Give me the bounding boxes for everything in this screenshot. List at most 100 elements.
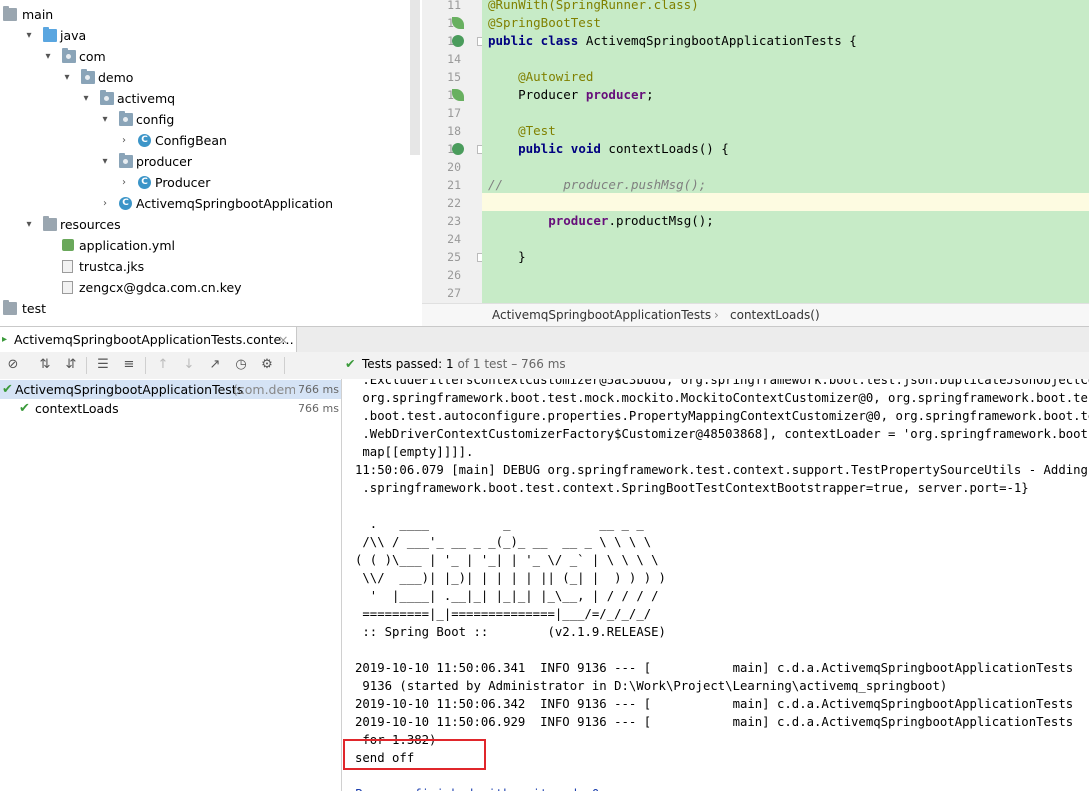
- sort-alpha-icon[interactable]: ⇅: [36, 356, 54, 374]
- stop-icon[interactable]: ⊘: [4, 356, 22, 374]
- folder-icon: [3, 300, 17, 315]
- package-icon: [119, 153, 133, 168]
- chevron-right-icon[interactable]: ›: [118, 130, 130, 151]
- tree-item-label: test: [22, 301, 47, 316]
- console-line: . ____ _ __ _ _: [355, 517, 644, 531]
- chevron-down-icon[interactable]: ▾: [23, 25, 35, 46]
- tree-item[interactable]: main: [0, 4, 420, 25]
- line-number: 23: [447, 214, 461, 228]
- tree-item[interactable]: ▾ activemq: [0, 88, 420, 109]
- console-line: .WebDriverContextCustomizerFactory$Custo…: [355, 427, 1089, 441]
- test-duration: 766 ms: [295, 380, 339, 399]
- export-icon[interactable]: ↗: [206, 356, 224, 374]
- test-duration: 766 ms: [298, 402, 339, 415]
- sort-duration-icon[interactable]: ⇵: [62, 356, 80, 374]
- line-number: 20: [447, 160, 461, 174]
- tree-item[interactable]: ▾ com: [0, 46, 420, 67]
- annotation-highlight-box: [343, 739, 486, 770]
- code-editor[interactable]: 1112131415161718192021222324252627 @RunW…: [422, 0, 1089, 303]
- check-icon: ✔: [2, 382, 13, 397]
- test-status-suffix: of 1 test – 766 ms: [457, 357, 566, 371]
- check-icon: ✔: [345, 356, 356, 371]
- line-number: 21: [447, 178, 461, 192]
- code-line: @Autowired: [518, 69, 594, 84]
- code-area[interactable]: @RunWith(SpringRunner.class) @SpringBootT…: [482, 0, 1089, 303]
- tree-item[interactable]: ▾ resources: [0, 214, 420, 235]
- chevron-right-icon[interactable]: ›: [99, 193, 111, 214]
- run-test-icon[interactable]: [452, 35, 464, 47]
- chevron-down-icon[interactable]: ▾: [99, 151, 111, 172]
- tree-item[interactable]: trustca.jks: [0, 256, 420, 277]
- breadcrumb-class[interactable]: ActivemqSpringbootApplicationTests: [492, 304, 711, 326]
- console-line: /\\ / ___'_ __ _ _(_)_ __ __ _ \ \ \ \: [355, 535, 652, 549]
- tree-item[interactable]: › C Producer: [0, 172, 420, 193]
- chevron-down-icon[interactable]: ▾: [42, 46, 54, 67]
- package-icon: [62, 48, 76, 63]
- tree-item[interactable]: ▾ producer: [0, 151, 420, 172]
- console-line: org.springframework.boot.test.mock.mocki…: [362, 391, 1089, 405]
- chevron-down-icon[interactable]: ▾: [61, 67, 73, 88]
- console-output[interactable]: .ExcludeFiltersContextCustomizer@5ac3bd6…: [342, 379, 1089, 791]
- breadcrumb: ActivemqSpringbootApplicationTests › con…: [422, 303, 1089, 327]
- tree-item-label: java: [60, 28, 87, 43]
- expand-all-icon[interactable]: ☰: [94, 356, 112, 374]
- tree-item[interactable]: application.yml: [0, 235, 420, 256]
- file-icon: [62, 281, 73, 294]
- line-number: 11: [447, 0, 461, 12]
- next-test-icon[interactable]: ↓: [180, 356, 198, 374]
- code-line: Producer producer;: [518, 87, 654, 102]
- line-number: 22: [447, 196, 461, 210]
- toolbar-separator: [86, 357, 87, 374]
- previous-test-icon[interactable]: ↑: [154, 356, 172, 374]
- code-line: public void contextLoads() {: [518, 141, 729, 156]
- tree-item-label: com: [79, 49, 106, 64]
- line-number: 26: [447, 268, 461, 282]
- package-icon: [81, 69, 95, 84]
- run-tab-bar: ▸ ActivemqSpringbootApplicationTests.con…: [0, 326, 1089, 353]
- project-tree: main ▾ java ▾ com ▾ demo ▾ activemq ▾ config › C Conf…: [0, 0, 420, 325]
- line-number: 24: [447, 232, 461, 246]
- tree-item[interactable]: test: [0, 298, 420, 319]
- test-status-prefix: Tests passed:: [362, 357, 443, 371]
- test-row-class[interactable]: ✔ ActivemqSpringbootApplicationTests (co…: [0, 380, 341, 399]
- settings-icon[interactable]: ⚙: [258, 356, 276, 374]
- toolbar-separator: [145, 357, 146, 374]
- project-tree-scrollbar[interactable]: [410, 0, 420, 155]
- run-tab[interactable]: ▸ ActivemqSpringbootApplicationTests.con…: [0, 327, 297, 353]
- chevron-right-icon[interactable]: ›: [118, 172, 130, 193]
- tree-item[interactable]: zengcx@gdca.com.cn.key: [0, 277, 420, 298]
- tree-item[interactable]: ▾ config: [0, 109, 420, 130]
- tree-item[interactable]: › C ConfigBean: [0, 130, 420, 151]
- chevron-down-icon[interactable]: ▾: [99, 109, 111, 130]
- line-number: 25: [447, 250, 461, 264]
- line-number: 18: [447, 124, 461, 138]
- run-test-icon[interactable]: [452, 143, 464, 155]
- console-line: Process finished with exit code 0: [355, 785, 599, 791]
- line-number: 15: [447, 70, 461, 84]
- package-icon: [119, 111, 133, 126]
- tree-item-label: resources: [60, 217, 121, 232]
- test-status: Tests passed: 1 of 1 test – 766 ms: [362, 357, 566, 371]
- chevron-down-icon[interactable]: ▾: [23, 214, 35, 235]
- code-line: @Test: [518, 123, 556, 138]
- tree-item[interactable]: ▾ java: [0, 25, 420, 46]
- console-line: :: Spring Boot :: (v2.1.9.RELEASE): [355, 625, 666, 639]
- console-line: .boot.test.autoconfigure.properties.Prop…: [362, 409, 1089, 423]
- console-line: ' |____| .__|_| |_|_| |_\__, | / / / /: [355, 589, 659, 603]
- history-icon[interactable]: ◷: [232, 356, 250, 374]
- console-line: ( ( )\___ | '_ | '_| | '_ \/ _` | \ \ \ …: [355, 553, 659, 567]
- code-line: producer.productMsg();: [548, 213, 714, 228]
- tree-item[interactable]: › C ActivemqSpringbootApplication: [0, 193, 420, 214]
- code-line: }: [518, 249, 526, 264]
- chevron-down-icon[interactable]: ▾: [80, 88, 92, 109]
- tree-item-label: producer: [136, 154, 193, 169]
- close-tab-icon[interactable]: ×: [278, 327, 288, 353]
- console-line: 2019-10-10 11:50:06.342 INFO 9136 --- [ …: [355, 697, 1074, 711]
- tree-item[interactable]: ▾ demo: [0, 67, 420, 88]
- breadcrumb-method[interactable]: contextLoads(): [730, 304, 820, 326]
- test-name: contextLoads: [35, 401, 119, 416]
- test-row-method[interactable]: ✔ contextLoads 766 ms: [0, 399, 341, 418]
- console-line: \\/ ___)| |_)| | | | | || (_| | ) ) ) ): [355, 571, 666, 585]
- collapse-all-icon[interactable]: ≡: [120, 356, 138, 374]
- file-icon: [62, 260, 73, 273]
